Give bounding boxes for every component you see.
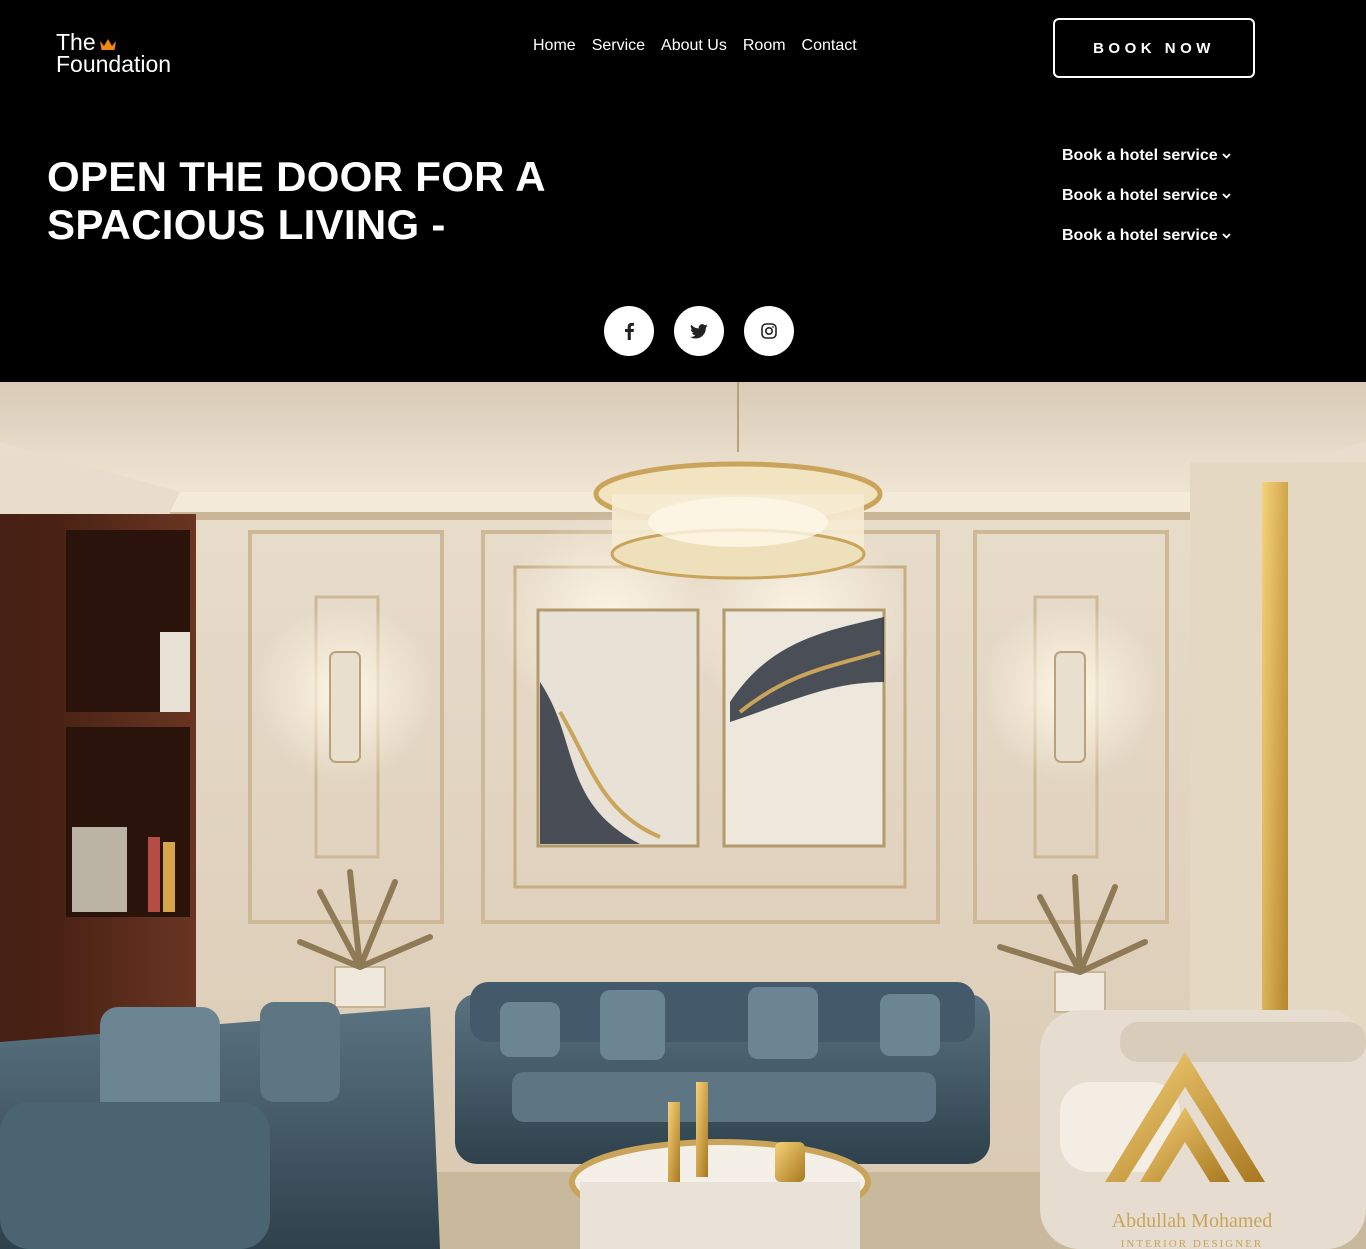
service-dropdown-label: Book a hotel service: [1062, 227, 1218, 244]
hero-title-line1: OPEN THE DOOR FOR A: [47, 153, 546, 200]
nav-contact[interactable]: Contact: [802, 37, 857, 55]
nav-service[interactable]: Service: [592, 37, 645, 55]
service-dropdown-label: Book a hotel service: [1062, 187, 1218, 204]
facebook-icon: [625, 322, 634, 340]
facebook-link[interactable]: [604, 306, 654, 356]
service-dropdown-list: Book a hotel service Book a hotel servic…: [1062, 146, 1231, 266]
nav-room[interactable]: Room: [743, 37, 786, 55]
service-dropdown-2[interactable]: Book a hotel service: [1062, 186, 1231, 206]
hero-image: Abdullah Mohamed INTERIOR DESIGNER: [0, 382, 1366, 1249]
nav-home[interactable]: Home: [533, 37, 576, 55]
service-dropdown-label: Book a hotel service: [1062, 147, 1218, 164]
twitter-icon: [690, 323, 708, 338]
brand-line2: Foundation: [56, 51, 172, 77]
book-now-button[interactable]: BOOK NOW: [1053, 18, 1255, 78]
chevron-down-icon: [1221, 193, 1231, 199]
twitter-link[interactable]: [674, 306, 724, 356]
instagram-icon: [761, 323, 777, 339]
chevron-down-icon: [1221, 233, 1231, 239]
chevron-down-icon: [1221, 153, 1231, 159]
hero-title-line2: SPACIOUS LIVING -: [47, 201, 446, 248]
main-nav: Home Service About Us Room Contact: [533, 37, 873, 55]
brand-logo[interactable]: The Foundation: [56, 29, 172, 77]
nav-about-us[interactable]: About Us: [661, 37, 727, 55]
service-dropdown-3[interactable]: Book a hotel service: [1062, 226, 1231, 246]
watermark-name: Abdullah Mohamed: [1112, 1210, 1273, 1232]
hero-title: OPEN THE DOOR FOR A SPACIOUS LIVING -: [47, 153, 546, 249]
crown-icon: [99, 39, 116, 50]
watermark-role: INTERIOR DESIGNER: [1121, 1238, 1263, 1249]
instagram-link[interactable]: [744, 306, 794, 356]
living-room-illustration: Abdullah Mohamed INTERIOR DESIGNER: [0, 382, 1366, 1249]
social-links: [604, 306, 794, 356]
brand-line1: The: [56, 29, 96, 55]
service-dropdown-1[interactable]: Book a hotel service: [1062, 146, 1231, 166]
